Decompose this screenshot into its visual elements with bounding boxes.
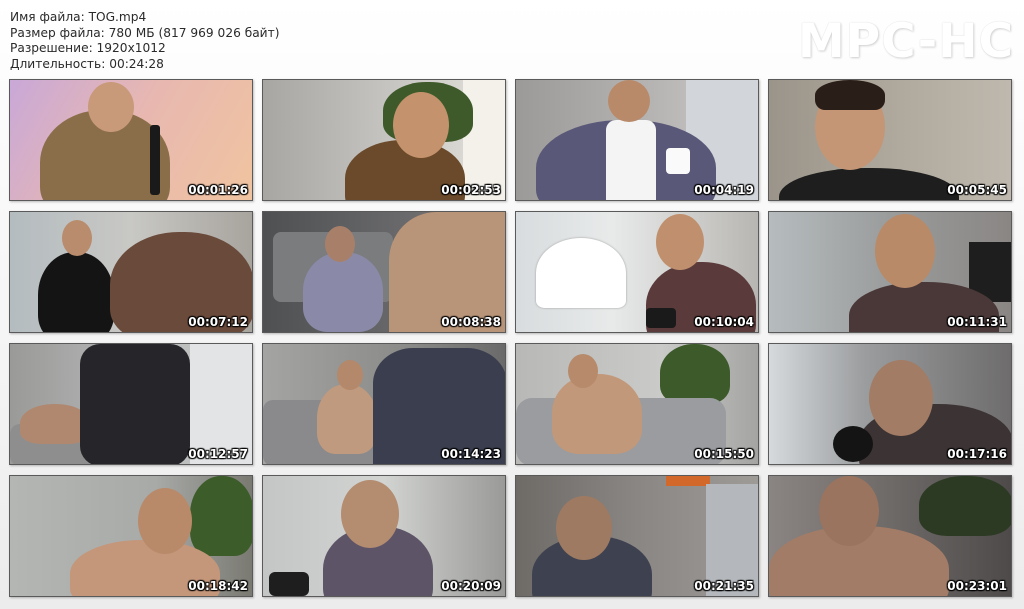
thumbnail-frame[interactable]: 00:04:19 xyxy=(515,79,759,201)
thumbnail-frame[interactable]: 00:08:38 xyxy=(262,211,506,333)
timestamp: 00:04:19 xyxy=(694,183,754,197)
timestamp: 00:12:57 xyxy=(188,447,248,461)
thumbnail-frame[interactable]: 00:02:53 xyxy=(262,79,506,201)
thumbnail-frame[interactable]: 00:23:01 xyxy=(768,475,1012,597)
timestamp: 00:11:31 xyxy=(947,315,1007,329)
thumbnail-frame[interactable]: 00:11:31 xyxy=(768,211,1012,333)
thumbnail-frame[interactable]: 00:20:09 xyxy=(262,475,506,597)
timestamp: 00:05:45 xyxy=(947,183,1007,197)
thumbnail-frame[interactable]: 00:17:16 xyxy=(768,343,1012,465)
thumbnail-frame[interactable]: 00:21:35 xyxy=(515,475,759,597)
file-name: Имя файла: TOG.mp4 xyxy=(10,10,147,24)
timestamp: 00:21:35 xyxy=(694,579,754,593)
thumbnail-frame[interactable]: 00:01:26 xyxy=(9,79,253,201)
thumbnail-frame[interactable]: 00:18:42 xyxy=(9,475,253,597)
thumbnail-frame[interactable]: 00:10:04 xyxy=(515,211,759,333)
file-info: Имя файла: TOG.mp4 Размер файла: 780 МБ … xyxy=(10,10,279,73)
mpc-hc-logo: MPC-HC xyxy=(797,14,1014,69)
timestamp: 00:15:50 xyxy=(694,447,754,461)
timestamp: 00:07:12 xyxy=(188,315,248,329)
timestamp: 00:01:26 xyxy=(188,183,248,197)
thumbnail-frame[interactable]: 00:05:45 xyxy=(768,79,1012,201)
timestamp: 00:02:53 xyxy=(441,183,501,197)
timestamp: 00:18:42 xyxy=(188,579,248,593)
file-size: Размер файла: 780 МБ (817 969 026 байт) xyxy=(10,25,280,40)
file-duration: Длительность: 00:24:28 xyxy=(10,57,164,72)
file-resolution: Разрешение: 1920x1012 xyxy=(10,41,166,56)
timestamp: 00:10:04 xyxy=(694,315,754,329)
timestamp: 00:08:38 xyxy=(441,315,501,329)
timestamp: 00:14:23 xyxy=(441,447,501,461)
timestamp: 00:20:09 xyxy=(441,579,501,593)
timestamp: 00:23:01 xyxy=(947,579,1007,593)
timestamp: 00:17:16 xyxy=(947,447,1007,461)
thumbnail-frame[interactable]: 00:07:12 xyxy=(9,211,253,333)
thumbnail-frame[interactable]: 00:14:23 xyxy=(262,343,506,465)
thumbnail-frame[interactable]: 00:12:57 xyxy=(9,343,253,465)
thumbnail-grid: 00:01:26 00:02:53 00:04:19 00:05:45 00:0… xyxy=(9,79,1015,601)
thumbnail-frame[interactable]: 00:15:50 xyxy=(515,343,759,465)
